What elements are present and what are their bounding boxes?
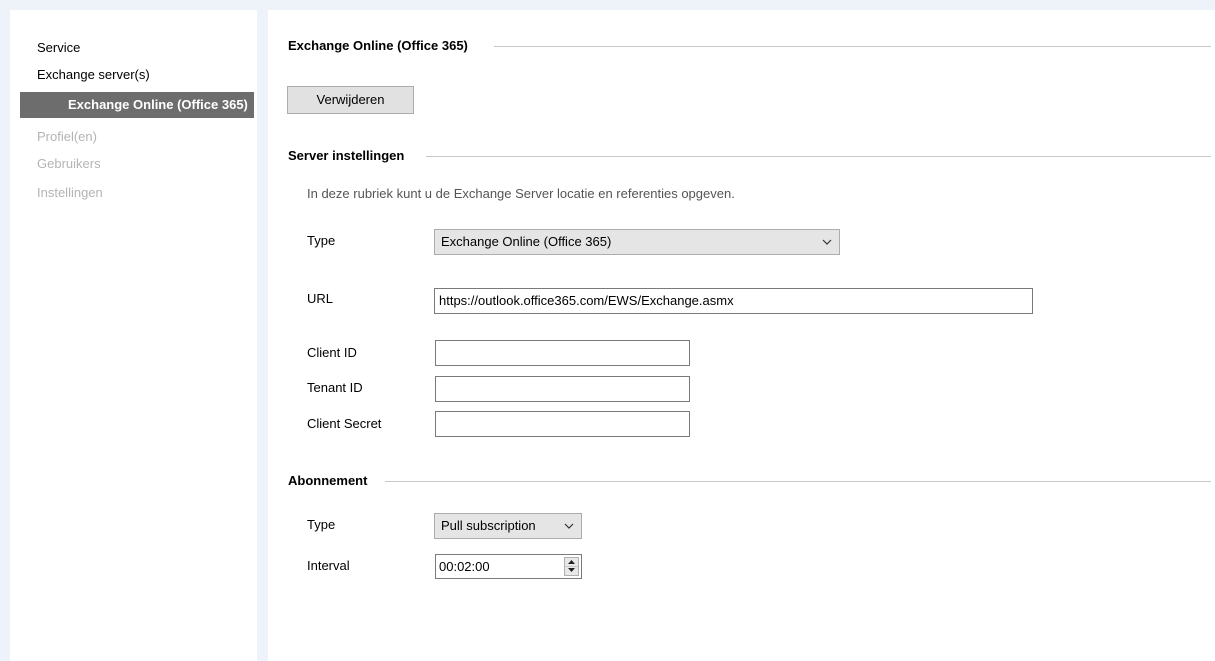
client-id-input[interactable] (435, 340, 690, 366)
tenant-id-label: Tenant ID (307, 380, 363, 395)
sidebar-item-exchange-servers[interactable]: Exchange server(s) (37, 65, 150, 85)
url-input[interactable]: https://outlook.office365.com/EWS/Exchan… (434, 288, 1033, 314)
spin-down-icon[interactable] (565, 566, 578, 574)
tenant-id-input[interactable] (435, 376, 690, 402)
subscription-type-select[interactable]: Pull subscription (434, 513, 582, 539)
server-type-value: Exchange Online (Office 365) (441, 234, 612, 249)
interval-value: 00:02:00 (439, 559, 490, 574)
pane-divider (257, 10, 268, 661)
sidebar-item-instellingen: Instellingen (37, 185, 103, 200)
sidebar-item-gebruikers: Gebruikers (37, 156, 101, 171)
client-id-label: Client ID (307, 345, 357, 360)
sidebar-item-exchange-online[interactable]: Exchange Online (Office 365) (20, 92, 254, 118)
interval-spinner[interactable]: 00:02:00 (435, 554, 582, 579)
remove-button[interactable]: Verwijderen (287, 86, 414, 114)
sidebar-item-profielen: Profiel(en) (37, 129, 97, 144)
server-settings-description: In deze rubriek kunt u de Exchange Serve… (307, 186, 735, 201)
sidebar-item-service[interactable]: Service (37, 38, 80, 58)
spin-buttons (564, 557, 579, 576)
server-type-select[interactable]: Exchange Online (Office 365) (434, 229, 840, 255)
server-settings-rule (426, 156, 1211, 157)
title-rule (494, 46, 1211, 47)
subscription-heading: Abonnement (288, 473, 368, 488)
subscription-rule (385, 481, 1211, 482)
server-type-label: Type (307, 233, 336, 248)
server-settings-heading: Server instellingen (288, 148, 405, 163)
client-secret-input[interactable] (435, 411, 690, 437)
chevron-down-icon (563, 514, 575, 538)
left-margin (0, 0, 10, 661)
client-secret-label: Client Secret (307, 416, 382, 431)
interval-label: Interval (307, 558, 350, 573)
subscription-type-label: Type (307, 517, 336, 532)
page-title: Exchange Online (Office 365) (288, 38, 468, 53)
url-label: URL (307, 291, 334, 306)
top-band (0, 0, 1215, 10)
sidebar-item-label: Exchange Online (Office 365) (68, 97, 248, 112)
subscription-type-value: Pull subscription (441, 518, 536, 533)
chevron-down-icon (821, 230, 833, 254)
